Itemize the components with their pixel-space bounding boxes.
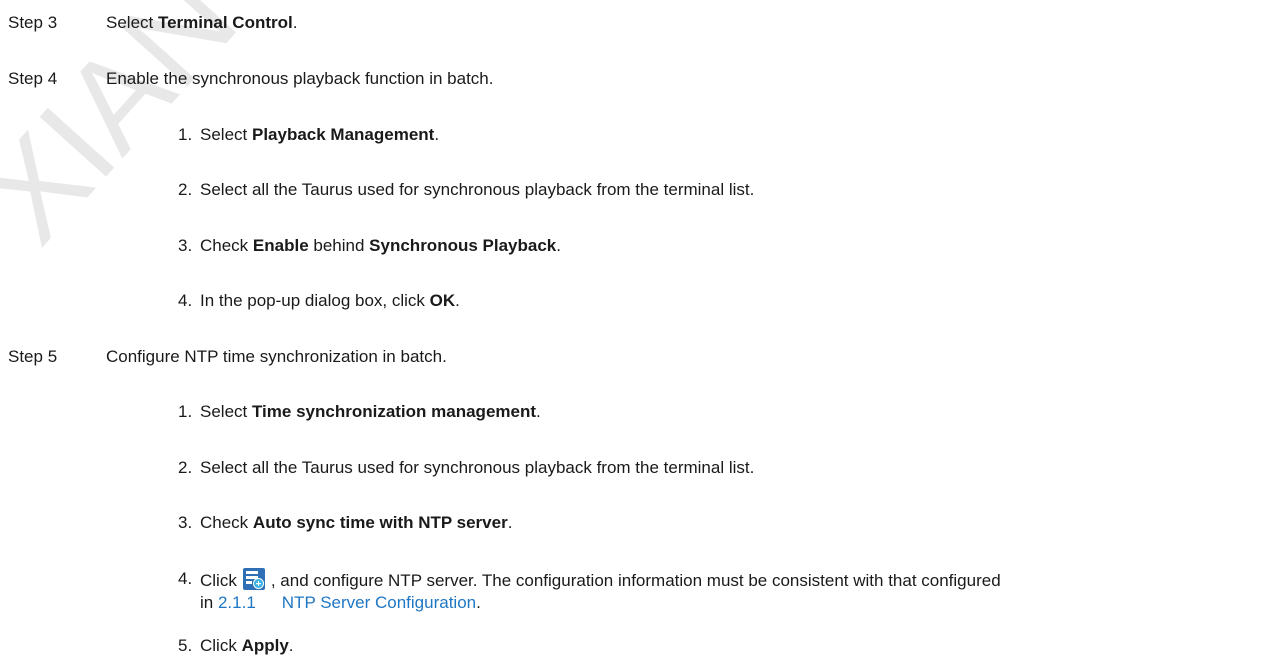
watermark: XIAN NOVA xyxy=(0,0,1282,664)
step-text: Enable the synchronous playback function… xyxy=(106,69,494,88)
ui-term: Time synchronization management xyxy=(251,402,537,421)
list-text: Check Auto sync time with NTP server. xyxy=(200,513,513,532)
ui-term: Terminal Control xyxy=(157,13,293,32)
ui-term: Auto sync time with NTP server xyxy=(252,513,508,532)
list-number: 4. xyxy=(178,569,193,588)
ui-term: Enable xyxy=(252,236,309,255)
list-number: 2. xyxy=(178,180,193,199)
list-number: 3. xyxy=(178,236,193,255)
list-text: Click Apply. xyxy=(200,636,294,655)
list-text: Check Enable behind Synchronous Playback… xyxy=(200,236,561,255)
list-number: 1. xyxy=(178,402,193,421)
server-config-icon xyxy=(242,568,265,590)
ui-term: Playback Management xyxy=(251,125,435,144)
list-text: Select all the Taurus used for synchrono… xyxy=(200,458,755,477)
list-number: 3. xyxy=(178,513,193,532)
ui-term: Synchronous Playback xyxy=(369,236,557,255)
step-label: Step 5 xyxy=(8,347,58,366)
list-number: 5. xyxy=(178,636,193,655)
list-text: Select Time synchronization management. xyxy=(200,402,541,421)
list-text: In the pop-up dialog box, click OK. xyxy=(200,291,460,310)
list-number: 1. xyxy=(178,125,193,144)
step-label: Step 3 xyxy=(8,13,58,32)
list-text: Select Playback Management. xyxy=(200,125,440,144)
list-number: 4. xyxy=(178,291,193,310)
list-text: Select all the Taurus used for synchrono… xyxy=(200,180,755,199)
step-label: Step 4 xyxy=(8,69,58,88)
step-text: Configure NTP time synchronization in ba… xyxy=(106,347,447,366)
section-link[interactable]: 2.1.1 NTP Server Configuration xyxy=(218,593,476,612)
list-text: Click , and configure NTP server. The co… xyxy=(200,568,1001,592)
list-number: 2. xyxy=(178,458,193,477)
step-text: Select Terminal Control. xyxy=(106,13,298,32)
ui-term: Apply xyxy=(241,636,289,655)
list-text: in 2.1.1 NTP Server Configuration. xyxy=(200,593,481,612)
ui-term: OK xyxy=(429,291,456,310)
